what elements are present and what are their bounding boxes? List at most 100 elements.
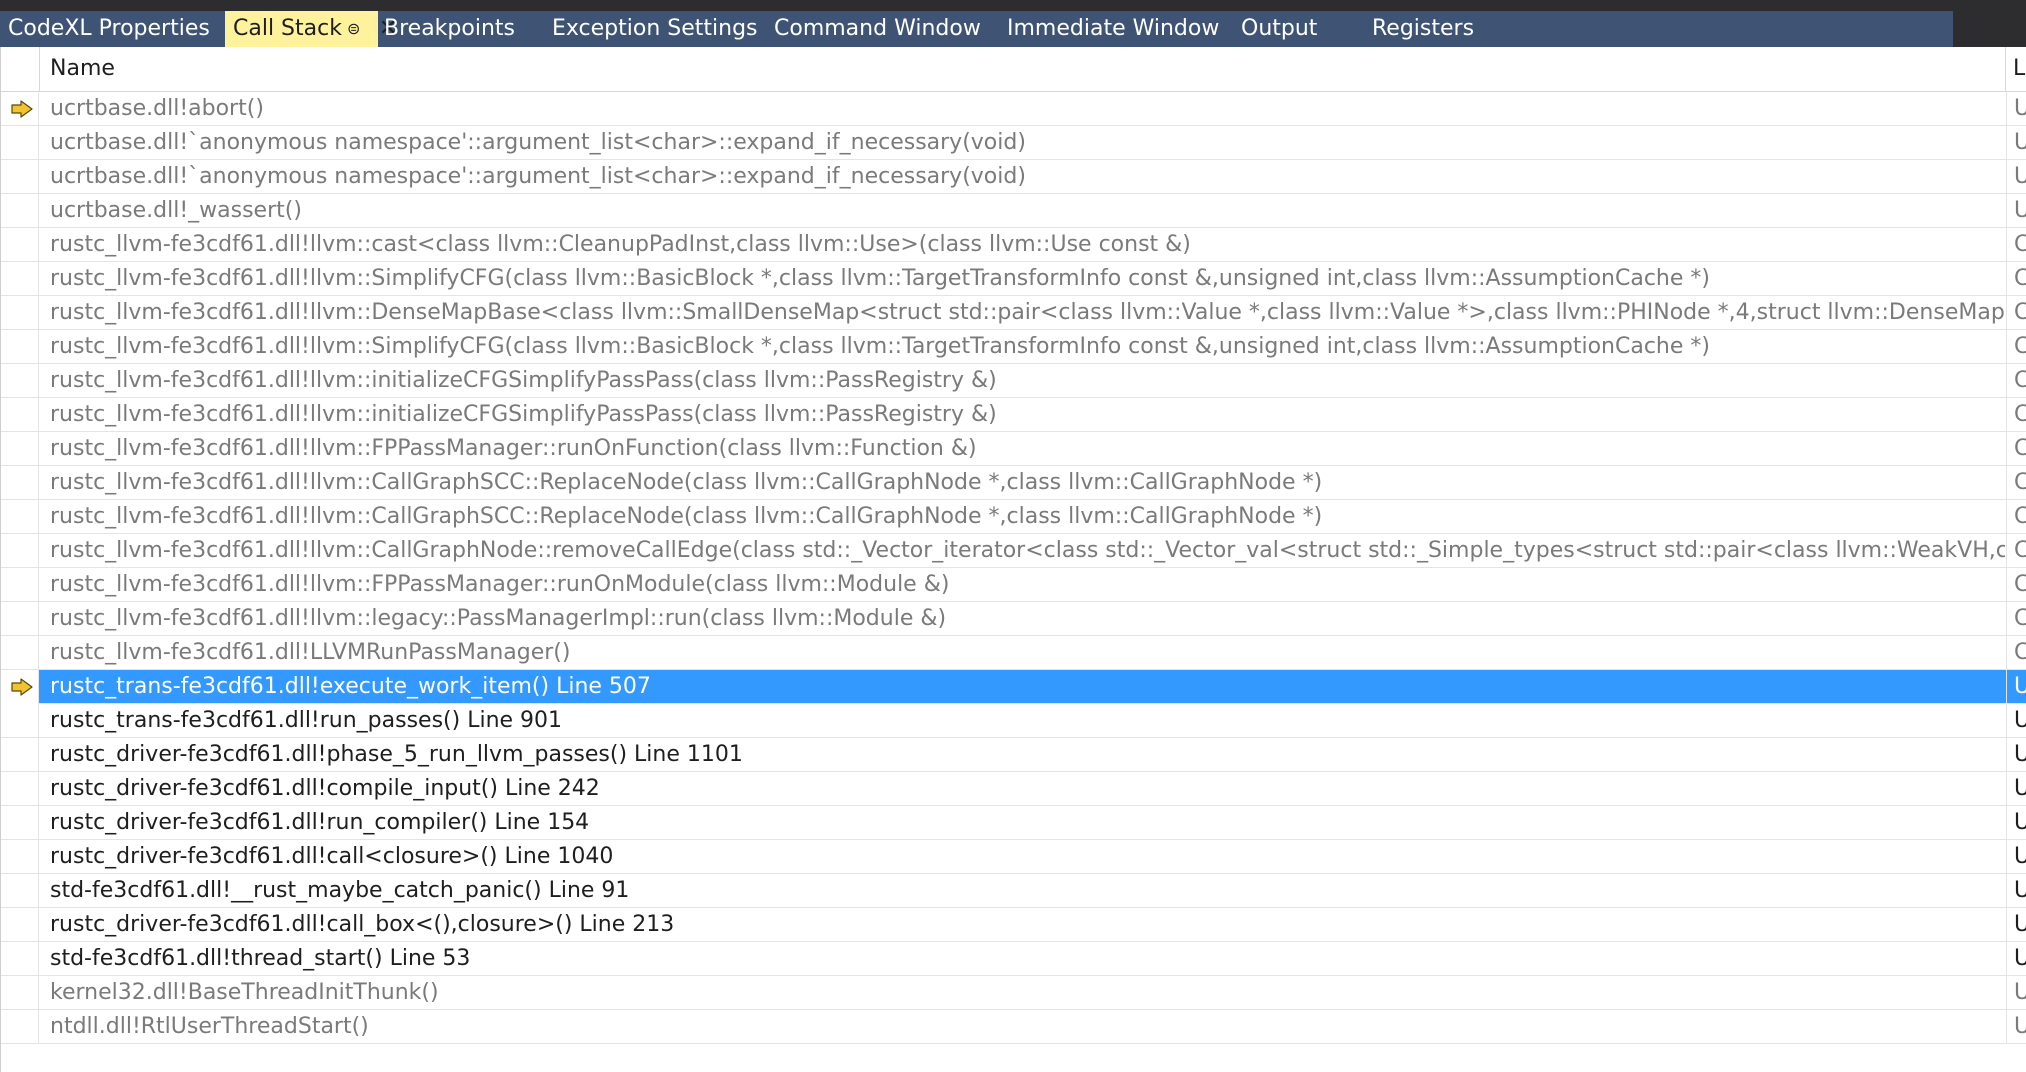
row-gutter	[1, 228, 39, 262]
row-gutter	[1, 92, 39, 126]
call-stack-row[interactable]: kernel32.dll!BaseThreadInitThunk() U	[1, 976, 2026, 1010]
tool-window-tab-bar: CodeXL Properties Call Stack ⊜ ✕ Breakpo…	[0, 0, 2026, 47]
row-gutter	[1, 534, 39, 568]
tab-registers[interactable]: Registers	[1364, 11, 1524, 47]
frame-name: rustc_llvm-fe3cdf61.dll!llvm::DenseMapBa…	[50, 300, 2005, 325]
frame-name: rustc_llvm-fe3cdf61.dll!LLVMRunPassManag…	[50, 640, 571, 665]
tab-exception-settings[interactable]: Exception Settings	[544, 11, 766, 47]
frame-language: U	[2006, 840, 2026, 873]
frame-language: C	[2006, 432, 2026, 465]
call-stack-row[interactable]: rustc_driver-fe3cdf61.dll!compile_input(…	[1, 772, 2026, 806]
tab-call-stack[interactable]: Call Stack ⊜ ✕	[225, 11, 397, 47]
call-stack-row[interactable]: rustc_driver-fe3cdf61.dll!call_box<(),cl…	[1, 908, 2026, 942]
call-stack-row[interactable]: ucrtbase.dll!_wassert() U	[1, 194, 2026, 228]
call-stack-row[interactable]: rustc_llvm-fe3cdf61.dll!llvm::SimplifyCF…	[1, 262, 2026, 296]
frame-language: C	[2006, 534, 2026, 567]
frame-name: ucrtbase.dll!abort()	[50, 96, 264, 121]
row-gutter	[1, 466, 39, 500]
frame-language: C	[2006, 262, 2026, 295]
call-stack-row[interactable]: rustc_llvm-fe3cdf61.dll!llvm::DenseMapBa…	[1, 296, 2026, 330]
column-header-language[interactable]: L	[2013, 47, 2025, 91]
frame-name: rustc_llvm-fe3cdf61.dll!llvm::CallGraphS…	[50, 504, 1323, 529]
call-stack-row[interactable]: rustc_llvm-fe3cdf61.dll!llvm::CallGraphS…	[1, 500, 2026, 534]
column-header-row: Name L	[1, 47, 2026, 92]
call-stack-row[interactable]: ucrtbase.dll!`anonymous namespace'::argu…	[1, 160, 2026, 194]
row-gutter	[1, 364, 39, 398]
frame-name: rustc_driver-fe3cdf61.dll!call<closure>(…	[50, 844, 614, 869]
call-stack-row[interactable]: ucrtbase.dll!abort() U	[1, 92, 2026, 126]
call-stack-row[interactable]: rustc_driver-fe3cdf61.dll!phase_5_run_ll…	[1, 738, 2026, 772]
frame-name: rustc_llvm-fe3cdf61.dll!llvm::FPPassMana…	[50, 436, 977, 461]
call-stack-row[interactable]: ucrtbase.dll!`anonymous namespace'::argu…	[1, 126, 2026, 160]
frame-name: std-fe3cdf61.dll!__rust_maybe_catch_pani…	[50, 878, 630, 903]
row-gutter	[1, 942, 39, 976]
call-stack-row[interactable]: rustc_llvm-fe3cdf61.dll!llvm::initialize…	[1, 398, 2026, 432]
call-stack-row[interactable]: rustc_llvm-fe3cdf61.dll!llvm::cast<class…	[1, 228, 2026, 262]
column-resize-handle[interactable]	[2005, 47, 2006, 91]
row-gutter	[1, 568, 39, 602]
frame-language: C	[2006, 500, 2026, 533]
row-gutter	[1, 432, 39, 466]
row-gutter	[1, 296, 39, 330]
call-stack-row[interactable]: rustc_trans-fe3cdf61.dll!execute_work_it…	[1, 670, 2026, 704]
call-stack-row[interactable]: rustc_trans-fe3cdf61.dll!run_passes() Li…	[1, 704, 2026, 738]
tab-label: Breakpoints	[384, 16, 515, 41]
call-stack-row[interactable]: rustc_llvm-fe3cdf61.dll!llvm::legacy::Pa…	[1, 602, 2026, 636]
frame-name: ucrtbase.dll!_wassert()	[50, 198, 302, 223]
tab-label: Output	[1241, 16, 1318, 41]
frame-language: U	[2006, 1010, 2026, 1043]
frame-name: rustc_driver-fe3cdf61.dll!compile_input(…	[50, 776, 600, 801]
row-gutter	[1, 908, 39, 942]
call-stack-row[interactable]: rustc_llvm-fe3cdf61.dll!llvm::CallGraphS…	[1, 466, 2026, 500]
row-gutter	[1, 840, 39, 874]
frame-language: C	[2006, 398, 2026, 431]
tab-codexl-properties[interactable]: CodeXL Properties	[0, 11, 225, 47]
call-stack-row[interactable]: rustc_llvm-fe3cdf61.dll!llvm::FPPassMana…	[1, 568, 2026, 602]
call-stack-grid: Name L ucrtbase.dll!abort() Uucrtbase.dll…	[0, 47, 2026, 1072]
frame-name: rustc_llvm-fe3cdf61.dll!llvm::FPPassMana…	[50, 572, 950, 597]
tab-label: Immediate Window	[1007, 16, 1220, 41]
frame-name: rustc_llvm-fe3cdf61.dll!llvm::cast<class…	[50, 232, 1191, 257]
row-gutter	[1, 330, 39, 364]
frame-name: rustc_trans-fe3cdf61.dll!run_passes() Li…	[50, 708, 563, 733]
tab-command-window[interactable]: Command Window	[766, 11, 999, 47]
row-gutter	[1, 738, 39, 772]
pin-icon[interactable]: ⊜	[347, 11, 360, 47]
call-stack-row[interactable]: std-fe3cdf61.dll!__rust_maybe_catch_pani…	[1, 874, 2026, 908]
row-gutter	[1, 636, 39, 670]
call-stack-row[interactable]: rustc_llvm-fe3cdf61.dll!llvm::FPPassMana…	[1, 432, 2026, 466]
frame-language: U	[2006, 874, 2026, 907]
frame-name: ntdll.dll!RtlUserThreadStart()	[50, 1014, 369, 1039]
call-stack-row[interactable]: rustc_driver-fe3cdf61.dll!call<closure>(…	[1, 840, 2026, 874]
tab-immediate-window[interactable]: Immediate Window	[999, 11, 1233, 47]
frame-name: ucrtbase.dll!`anonymous namespace'::argu…	[50, 164, 1026, 189]
frame-name: rustc_llvm-fe3cdf61.dll!llvm::initialize…	[50, 402, 997, 427]
call-stack-row[interactable]: rustc_driver-fe3cdf61.dll!run_compiler()…	[1, 806, 2026, 840]
frame-language: U	[2006, 908, 2026, 941]
call-stack-row[interactable]: std-fe3cdf61.dll!thread_start() Line 53 U	[1, 942, 2026, 976]
frame-name: rustc_driver-fe3cdf61.dll!phase_5_run_ll…	[50, 742, 743, 767]
tab-label: CodeXL Properties	[8, 16, 210, 41]
frame-language: C	[2006, 636, 2026, 669]
row-gutter	[1, 398, 39, 432]
tab-output[interactable]: Output	[1233, 11, 1364, 47]
call-stack-row[interactable]: rustc_llvm-fe3cdf61.dll!llvm::SimplifyCF…	[1, 330, 2026, 364]
row-gutter	[1, 1010, 39, 1044]
frame-language: U	[2006, 670, 2026, 703]
call-stack-row[interactable]: ntdll.dll!RtlUserThreadStart() U	[1, 1010, 2026, 1044]
frame-name: std-fe3cdf61.dll!thread_start() Line 53	[50, 946, 471, 971]
row-gutter	[1, 500, 39, 534]
call-stack-row[interactable]: rustc_llvm-fe3cdf61.dll!llvm::CallGraphN…	[1, 534, 2026, 568]
frame-language: U	[2006, 942, 2026, 975]
frame-name: rustc_llvm-fe3cdf61.dll!llvm::SimplifyCF…	[50, 334, 1710, 359]
column-header-name[interactable]: Name	[50, 47, 115, 91]
call-stack-row[interactable]: rustc_llvm-fe3cdf61.dll!LLVMRunPassManag…	[1, 636, 2026, 670]
frame-language: U	[2006, 772, 2026, 805]
frame-language: U	[2006, 738, 2026, 771]
frame-language: C	[2006, 228, 2026, 261]
tab-label: Exception Settings	[552, 16, 758, 41]
call-stack-row[interactable]: rustc_llvm-fe3cdf61.dll!llvm::initialize…	[1, 364, 2026, 398]
frame-language: U	[2006, 976, 2026, 1009]
frame-name: rustc_llvm-fe3cdf61.dll!llvm::CallGraphN…	[50, 538, 2005, 563]
tab-breakpoints[interactable]: Breakpoints	[376, 11, 544, 47]
